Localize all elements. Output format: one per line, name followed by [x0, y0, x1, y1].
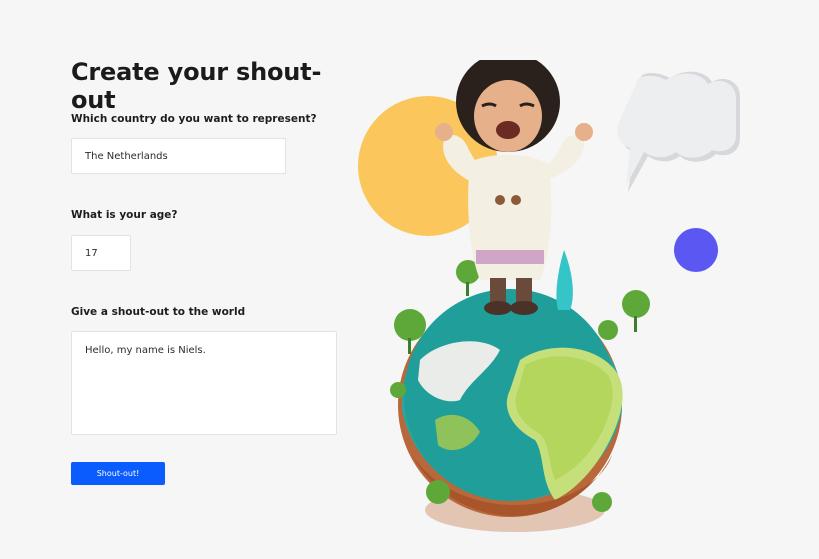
country-input[interactable] [71, 138, 286, 174]
country-label: Which country do you want to represent? [71, 113, 317, 125]
page-title: Create your shout-out [71, 58, 322, 114]
age-input[interactable] [71, 235, 131, 271]
speech-bubble-icon [617, 71, 740, 192]
shoutout-textarea[interactable]: Hello, my name is Niels. [71, 331, 337, 435]
shout-out-button[interactable]: Shout-out! [71, 462, 165, 485]
shout-out-form: Create your shout-out Which country do y… [71, 58, 361, 485]
shout-out-page: Create your shout-out Which country do y… [0, 0, 819, 559]
purple-dot [674, 228, 718, 272]
globe-illustration [340, 60, 760, 540]
age-label: What is your age? [71, 209, 178, 221]
shoutout-label: Give a shout-out to the world [71, 306, 246, 318]
